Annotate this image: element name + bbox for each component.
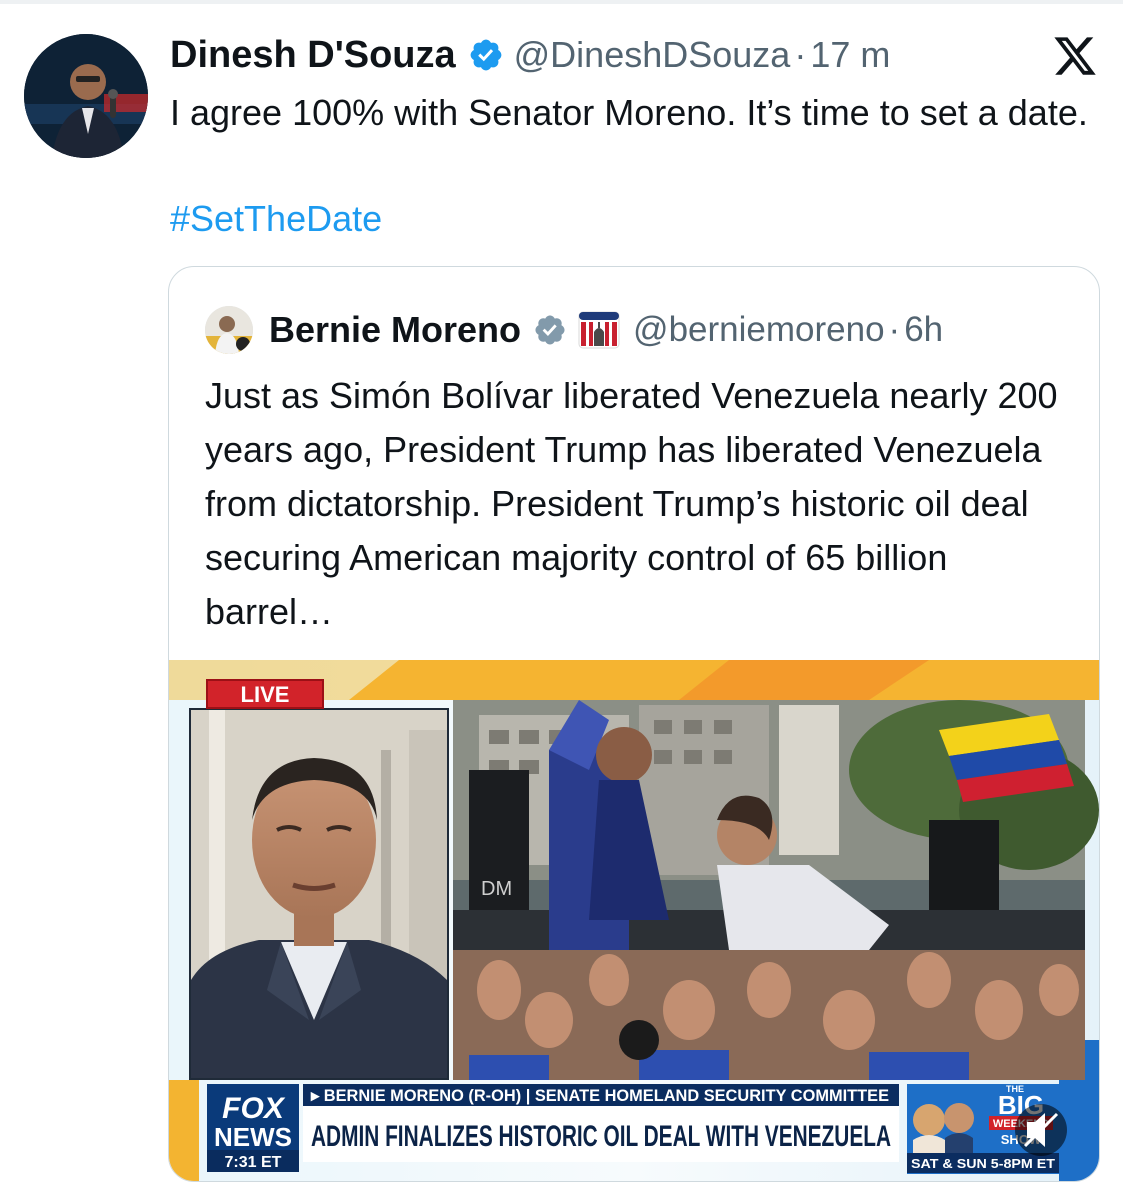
hashtag-link[interactable]: #SetTheDate: [170, 192, 382, 246]
fox-logo-line2: NEWS: [214, 1122, 292, 1152]
billboard-text: DM: [481, 878, 512, 900]
live-badge-label: LIVE: [241, 682, 290, 707]
quoted-tweet-text: Just as Simón Bolívar liberated Venezuel…: [205, 375, 1058, 632]
author-handle[interactable]: @DineshDSouza: [514, 34, 791, 76]
live-badge: LIVE: [206, 679, 324, 709]
author-avatar[interactable]: [24, 34, 148, 158]
quoted-tweet-card[interactable]: Bernie Moreno @berniemoreno · 6h Just as…: [168, 266, 1100, 1182]
us-capitol-flag-icon: [578, 311, 620, 349]
quoted-author-avatar[interactable]: [205, 306, 253, 354]
fox-news-logo: FOX NEWS 7:31 ET: [207, 1084, 299, 1172]
promo-schedule: SAT & SUN 5-8PM ET: [911, 1156, 1055, 1171]
quoted-author-name[interactable]: Bernie Moreno: [269, 309, 521, 351]
fox-logo-line1: FOX: [222, 1092, 286, 1125]
quoted-tweet-timestamp[interactable]: 6h: [904, 310, 943, 350]
x-logo-icon[interactable]: [1052, 33, 1098, 79]
top-divider: [0, 0, 1123, 4]
verified-badge-icon: [535, 315, 565, 345]
tweet-text: I agree 100% with Senator Moreno. It’s t…: [170, 92, 1088, 133]
tweet-header: Dinesh D'Souza @DineshDSouza · 17 m: [170, 30, 890, 80]
separator-dot: ·: [794, 34, 807, 75]
guest-video-panel: [189, 708, 449, 1080]
rally-video-panel: DM: [453, 700, 1099, 1080]
lower-third: FOX NEWS 7:31 ET ▸ BERNIE MORENO (R-OH) …: [207, 1084, 1059, 1174]
quoted-author-handle[interactable]: @berniemoreno: [633, 310, 885, 350]
video-media[interactable]: LIVE DM FOX NEWS 7:31 ET ▸ BERNIE MORENO…: [169, 660, 1099, 1181]
lower-third-headline: ADMIN FINALIZES HISTORIC OIL DEAL WITH V…: [311, 1120, 891, 1153]
separator-dot: ·: [888, 310, 901, 349]
tweet-timestamp[interactable]: 17 m: [810, 34, 890, 76]
quoted-tweet-header: Bernie Moreno @berniemoreno · 6h: [205, 303, 943, 357]
verified-badge-icon: [470, 39, 502, 71]
lower-third-subtitle: ▸ BERNIE MORENO (R-OH) | SENATE HOMELAND…: [310, 1086, 889, 1105]
muted-speaker-icon[interactable]: [1015, 1104, 1067, 1156]
author-name[interactable]: Dinesh D'Souza: [170, 34, 456, 77]
broadcast-clock: 7:31 ET: [225, 1154, 282, 1171]
